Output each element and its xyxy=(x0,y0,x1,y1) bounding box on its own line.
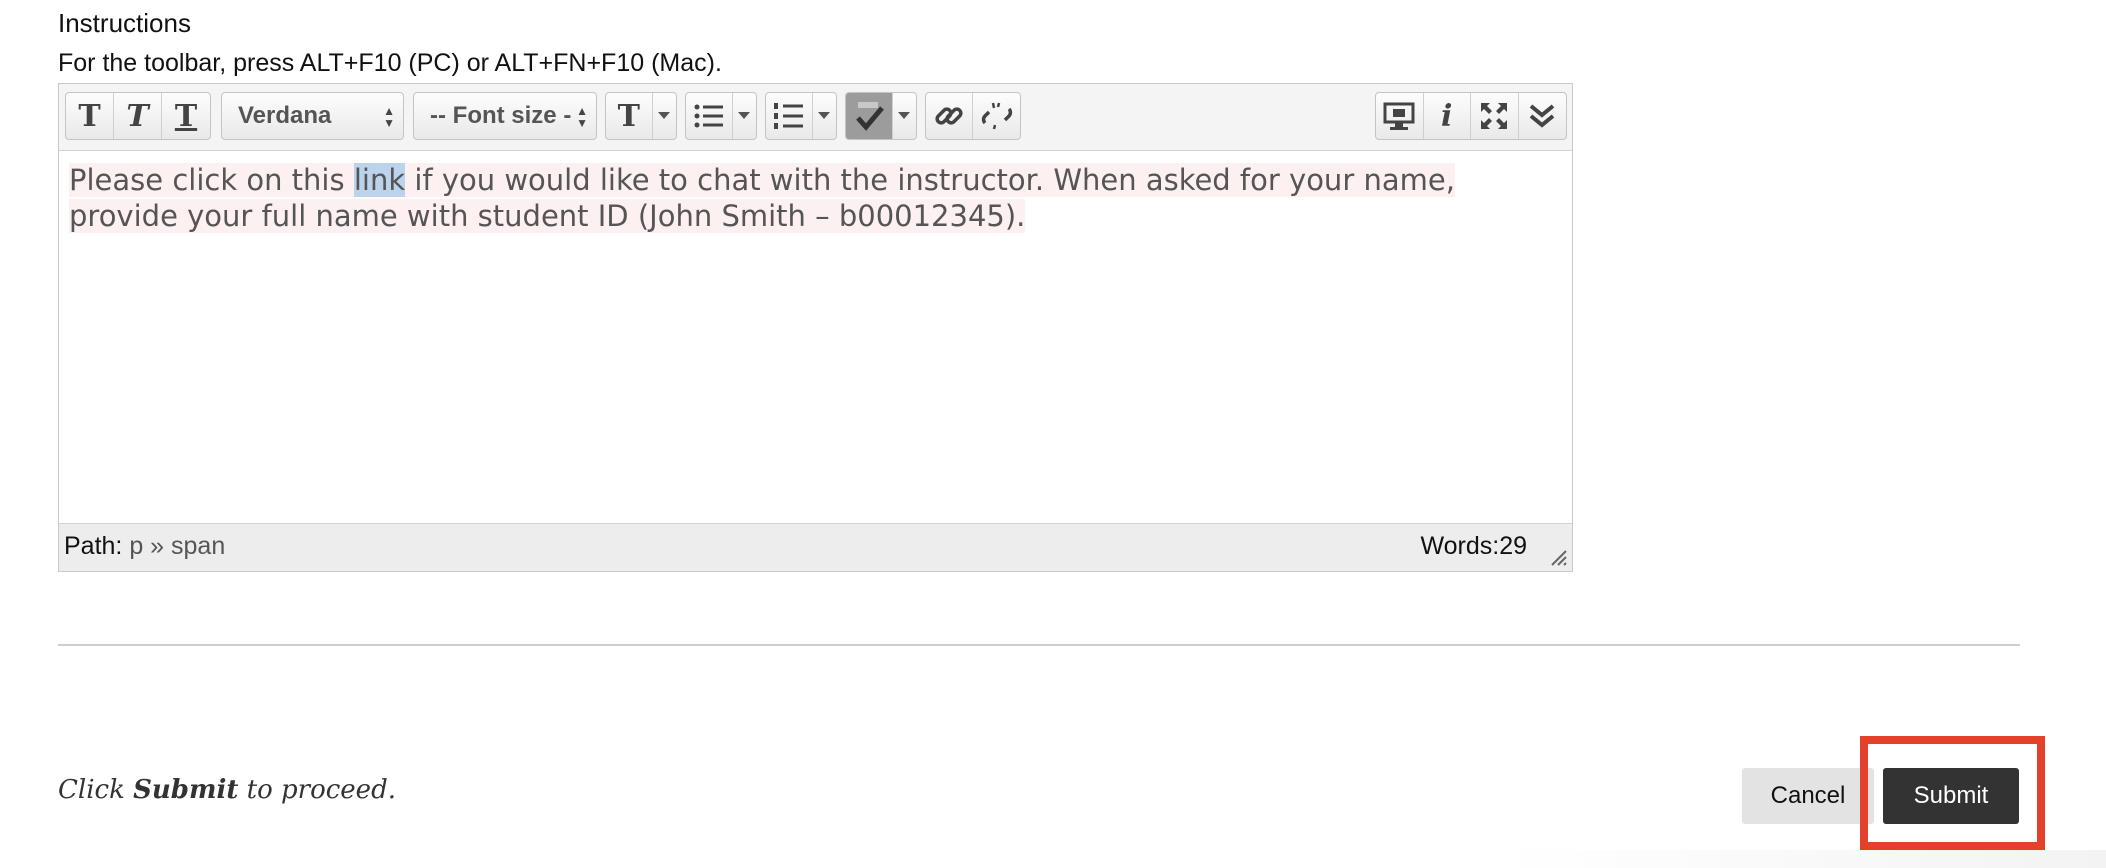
spellcheck-icon xyxy=(855,102,884,131)
double-chevron-down-icon xyxy=(1529,104,1555,128)
text-color-group: T xyxy=(605,92,677,140)
caret-down-icon xyxy=(658,112,671,119)
proceed-instruction: Click Submit to proceed. xyxy=(58,775,396,805)
collapse-toolbar-button[interactable] xyxy=(1519,93,1566,139)
path-value[interactable]: p » span xyxy=(129,532,225,560)
unlink-icon xyxy=(981,102,1012,130)
editor-toolbar: T T T Verdana ▲ ▼ -- Font size - ▲ ▼ T i xyxy=(59,84,1572,151)
content-line-1: Please click on this link if you would l… xyxy=(69,163,1455,197)
content-link-text[interactable]: link xyxy=(353,163,406,197)
font-size-value: -- Font size - xyxy=(430,102,572,129)
bullet-list-button[interactable] xyxy=(686,93,733,139)
element-path: Path: p » span xyxy=(64,532,225,561)
content-text-before-link: Please click on this xyxy=(69,163,354,197)
text-color-button[interactable]: T xyxy=(606,93,653,139)
numbered-list-button[interactable] xyxy=(766,93,813,139)
text-color-icon: T xyxy=(617,98,640,134)
bullet-list-dropdown[interactable] xyxy=(733,93,756,139)
font-family-select[interactable]: Verdana ▲ ▼ xyxy=(221,92,404,140)
info-icon: i xyxy=(1441,98,1453,134)
view-tools-group: i xyxy=(1375,92,1567,140)
proceed-click: Click xyxy=(58,775,125,805)
select-arrows-icon: ▲ ▼ xyxy=(383,104,395,130)
numbered-list-icon xyxy=(773,103,803,129)
resize-grip-icon[interactable] xyxy=(1548,547,1568,567)
spellcheck-button[interactable] xyxy=(846,93,893,139)
insert-link-button[interactable] xyxy=(926,93,974,139)
underline-icon: T xyxy=(174,98,198,134)
caret-down-icon xyxy=(738,112,751,119)
content-line-2: provide your full name with student ID (… xyxy=(69,199,1026,233)
path-label: Path: xyxy=(64,532,123,560)
preview-button[interactable] xyxy=(1376,93,1424,139)
editor-status-bar: Path: p » span Words:29 xyxy=(59,523,1572,571)
toolbar-hint: For the toolbar, press ALT+F10 (PC) or A… xyxy=(58,49,722,77)
bullet-list-icon xyxy=(694,104,723,128)
bold-icon: T xyxy=(78,98,101,134)
select-arrows-icon: ▲ ▼ xyxy=(576,104,588,130)
cancel-button[interactable]: Cancel xyxy=(1742,768,1874,824)
submit-button[interactable]: Submit xyxy=(1883,768,2019,824)
font-family-value: Verdana xyxy=(238,102,332,129)
rich-text-editor: T T T Verdana ▲ ▼ -- Font size - ▲ ▼ T i… xyxy=(58,83,1573,572)
word-count-label: Words: xyxy=(1420,532,1500,560)
word-count: Words:29 xyxy=(1420,532,1527,561)
bullet-list-group xyxy=(685,92,757,140)
fullscreen-icon xyxy=(1481,103,1508,129)
italic-icon: T xyxy=(126,98,149,134)
spellcheck-group xyxy=(845,92,917,140)
editor-content[interactable]: Please click on this link if you would l… xyxy=(69,162,1509,234)
text-style-group: T T T xyxy=(65,92,211,140)
text-color-dropdown[interactable] xyxy=(653,93,676,139)
section-divider xyxy=(58,644,2020,646)
bold-button[interactable]: T xyxy=(66,93,114,139)
bottom-shadow xyxy=(1500,850,2106,868)
numbered-list-dropdown[interactable] xyxy=(813,93,836,139)
spellcheck-dropdown[interactable] xyxy=(893,93,916,139)
instructions-label: Instructions xyxy=(58,8,191,38)
underline-button[interactable]: T xyxy=(162,93,210,139)
fullscreen-button[interactable] xyxy=(1471,93,1519,139)
info-button[interactable]: i xyxy=(1424,93,1471,139)
remove-link-button[interactable] xyxy=(973,93,1020,139)
caret-down-icon xyxy=(898,112,911,119)
link-group xyxy=(925,92,1021,140)
italic-button[interactable]: T xyxy=(114,93,162,139)
proceed-submit-word: Submit xyxy=(133,775,239,805)
content-text-after-link: if you would like to chat with the instr… xyxy=(405,163,1455,197)
caret-down-icon xyxy=(818,112,831,119)
numbered-list-group xyxy=(765,92,837,140)
link-icon xyxy=(935,107,963,125)
font-size-select[interactable]: -- Font size - ▲ ▼ xyxy=(413,92,597,140)
proceed-to-proceed: to proceed. xyxy=(246,775,396,805)
word-count-value: 29 xyxy=(1499,532,1527,560)
monitor-icon xyxy=(1383,102,1415,130)
